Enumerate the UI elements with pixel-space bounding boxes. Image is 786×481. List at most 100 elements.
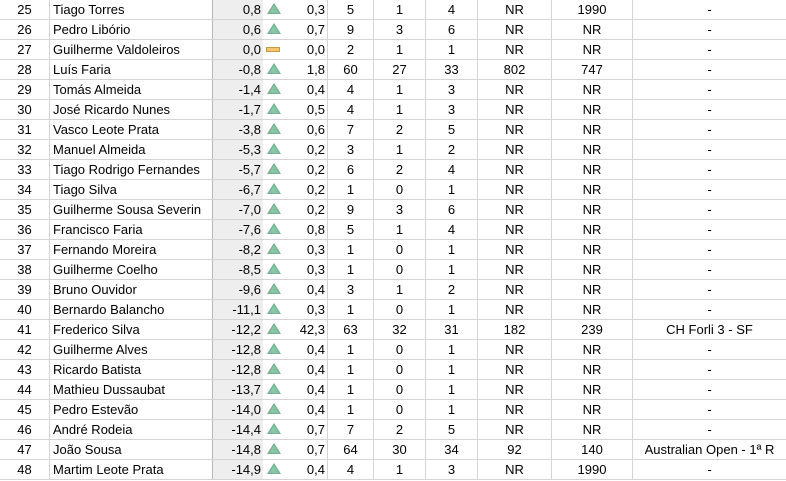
wins-cell[interactable]: 0 [374, 260, 426, 279]
points-cell[interactable]: -14,8 [213, 440, 263, 459]
last-tournament-cell[interactable]: - [633, 240, 786, 259]
last-tournament-cell[interactable]: - [633, 180, 786, 199]
losses-cell[interactable]: 3 [426, 460, 478, 479]
delta-cell[interactable]: 0,2 [283, 140, 328, 159]
player-name-cell[interactable]: Pedro Libório [50, 20, 213, 39]
delta-cell[interactable]: 0,8 [283, 220, 328, 239]
wins-cell[interactable]: 2 [374, 420, 426, 439]
rank-cell[interactable]: 31 [0, 120, 50, 139]
player-name-cell[interactable]: João Sousa [50, 440, 213, 459]
delta-cell[interactable]: 0,7 [283, 20, 328, 39]
ranking-b-cell[interactable]: 747 [552, 60, 633, 79]
last-tournament-cell[interactable]: - [633, 360, 786, 379]
rank-cell[interactable]: 42 [0, 340, 50, 359]
matches-played-cell[interactable]: 1 [328, 240, 374, 259]
delta-cell[interactable]: 0,0 [283, 40, 328, 59]
ranking-a-cell[interactable]: NR [478, 160, 552, 179]
points-cell[interactable]: -7,0 [213, 200, 263, 219]
matches-played-cell[interactable]: 5 [328, 0, 374, 19]
points-cell[interactable]: -14,0 [213, 400, 263, 419]
wins-cell[interactable]: 27 [374, 60, 426, 79]
wins-cell[interactable]: 0 [374, 380, 426, 399]
matches-played-cell[interactable]: 4 [328, 80, 374, 99]
wins-cell[interactable]: 2 [374, 120, 426, 139]
matches-played-cell[interactable]: 3 [328, 280, 374, 299]
matches-played-cell[interactable]: 4 [328, 100, 374, 119]
points-cell[interactable]: -12,2 [213, 320, 263, 339]
delta-cell[interactable]: 0,4 [283, 280, 328, 299]
ranking-a-cell[interactable]: NR [478, 180, 552, 199]
rank-cell[interactable]: 32 [0, 140, 50, 159]
last-tournament-cell[interactable]: - [633, 80, 786, 99]
points-cell[interactable]: -0,8 [213, 60, 263, 79]
ranking-b-cell[interactable]: NR [552, 20, 633, 39]
rank-cell[interactable]: 28 [0, 60, 50, 79]
ranking-b-cell[interactable]: 1990 [552, 460, 633, 479]
trend-icon-cell[interactable] [263, 220, 283, 239]
player-name-cell[interactable]: Fernando Moreira [50, 240, 213, 259]
ranking-b-cell[interactable]: NR [552, 420, 633, 439]
matches-played-cell[interactable]: 9 [328, 20, 374, 39]
ranking-b-cell[interactable]: NR [552, 240, 633, 259]
ranking-a-cell[interactable]: NR [478, 360, 552, 379]
trend-icon-cell[interactable] [263, 460, 283, 479]
last-tournament-cell[interactable]: - [633, 400, 786, 419]
ranking-b-cell[interactable]: NR [552, 200, 633, 219]
ranking-b-cell[interactable]: 140 [552, 440, 633, 459]
wins-cell[interactable]: 3 [374, 200, 426, 219]
ranking-a-cell[interactable]: 182 [478, 320, 552, 339]
wins-cell[interactable]: 0 [374, 400, 426, 419]
losses-cell[interactable]: 5 [426, 120, 478, 139]
rank-cell[interactable]: 25 [0, 0, 50, 19]
wins-cell[interactable]: 1 [374, 220, 426, 239]
points-cell[interactable]: -12,8 [213, 340, 263, 359]
matches-played-cell[interactable]: 1 [328, 400, 374, 419]
losses-cell[interactable]: 3 [426, 100, 478, 119]
points-cell[interactable]: -11,1 [213, 300, 263, 319]
ranking-b-cell[interactable]: 239 [552, 320, 633, 339]
ranking-b-cell[interactable]: NR [552, 40, 633, 59]
ranking-b-cell[interactable]: NR [552, 180, 633, 199]
trend-icon-cell[interactable] [263, 40, 283, 59]
player-name-cell[interactable]: Frederico Silva [50, 320, 213, 339]
delta-cell[interactable]: 0,4 [283, 80, 328, 99]
delta-cell[interactable]: 0,3 [283, 240, 328, 259]
points-cell[interactable]: -14,9 [213, 460, 263, 479]
player-name-cell[interactable]: Pedro Estevão [50, 400, 213, 419]
points-cell[interactable]: -6,7 [213, 180, 263, 199]
losses-cell[interactable]: 4 [426, 160, 478, 179]
rank-cell[interactable]: 47 [0, 440, 50, 459]
wins-cell[interactable]: 1 [374, 100, 426, 119]
wins-cell[interactable]: 1 [374, 80, 426, 99]
wins-cell[interactable]: 0 [374, 360, 426, 379]
trend-icon-cell[interactable] [263, 380, 283, 399]
losses-cell[interactable]: 2 [426, 140, 478, 159]
trend-icon-cell[interactable] [263, 200, 283, 219]
delta-cell[interactable]: 0,4 [283, 340, 328, 359]
trend-icon-cell[interactable] [263, 440, 283, 459]
wins-cell[interactable]: 32 [374, 320, 426, 339]
ranking-a-cell[interactable]: NR [478, 40, 552, 59]
player-name-cell[interactable]: Guilherme Coelho [50, 260, 213, 279]
ranking-b-cell[interactable]: NR [552, 360, 633, 379]
points-cell[interactable]: 0,6 [213, 20, 263, 39]
losses-cell[interactable]: 1 [426, 380, 478, 399]
last-tournament-cell[interactable]: - [633, 40, 786, 59]
ranking-a-cell[interactable]: NR [478, 340, 552, 359]
player-name-cell[interactable]: André Rodeia [50, 420, 213, 439]
last-tournament-cell[interactable]: - [633, 160, 786, 179]
trend-icon-cell[interactable] [263, 360, 283, 379]
player-name-cell[interactable]: Vasco Leote Prata [50, 120, 213, 139]
trend-icon-cell[interactable] [263, 340, 283, 359]
ranking-b-cell[interactable]: NR [552, 140, 633, 159]
trend-icon-cell[interactable] [263, 100, 283, 119]
player-name-cell[interactable]: Bernardo Balancho [50, 300, 213, 319]
wins-cell[interactable]: 3 [374, 20, 426, 39]
last-tournament-cell[interactable]: - [633, 120, 786, 139]
last-tournament-cell[interactable]: - [633, 220, 786, 239]
delta-cell[interactable]: 0,4 [283, 380, 328, 399]
losses-cell[interactable]: 1 [426, 360, 478, 379]
ranking-b-cell[interactable]: NR [552, 120, 633, 139]
rank-cell[interactable]: 48 [0, 460, 50, 479]
ranking-a-cell[interactable]: NR [478, 220, 552, 239]
